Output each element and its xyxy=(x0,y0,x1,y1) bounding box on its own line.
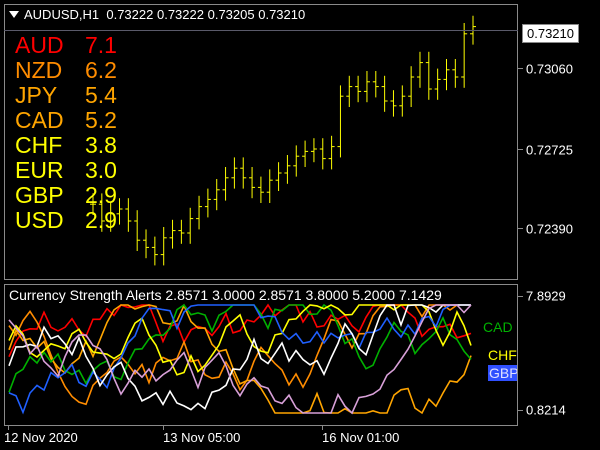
chart-symbol: AUDUSD,H1 xyxy=(24,7,100,22)
strength-row: EUR 3.0 xyxy=(15,158,117,183)
strength-value: 2.9 xyxy=(85,207,117,233)
strength-value: 7.1 xyxy=(85,32,117,58)
price-tick xyxy=(518,149,523,150)
chf-line-label: CHF xyxy=(488,347,517,363)
strength-lines-chart xyxy=(8,303,472,415)
strength-value: 5.4 xyxy=(85,82,117,108)
strength-currency: USD xyxy=(15,207,64,233)
price-tick xyxy=(518,68,523,69)
strength-currency: NZD xyxy=(15,57,63,83)
indicator-title: Currency Strength Alerts 2.8571 3.0000 2… xyxy=(9,287,442,303)
chart-high: 0.73222 xyxy=(156,7,204,22)
cad-line-label: CAD xyxy=(483,319,513,335)
indicator-axis[interactable]: 7.8929 0.8214 xyxy=(518,284,600,426)
strength-currency: AUD xyxy=(15,32,64,58)
strength-value: 5.2 xyxy=(85,107,117,133)
chart-open: 0.73222 xyxy=(106,7,154,22)
strength-row: USD 2.9 xyxy=(15,208,117,233)
price-label-2: 0.72725 xyxy=(526,142,573,158)
strength-row: CHF 3.8 xyxy=(15,133,117,158)
price-axis[interactable]: 0.73210 0.73060 0.72725 0.72390 xyxy=(4,4,600,280)
indicator-tick xyxy=(518,296,523,297)
gbp-line-label: GBP xyxy=(488,365,518,381)
current-price-line xyxy=(4,30,518,31)
indicator-axis-max: 7.8929 xyxy=(526,288,566,304)
price-tick xyxy=(518,228,523,229)
price-label-3: 0.72390 xyxy=(526,221,573,237)
strength-row: JPY 5.4 xyxy=(15,83,117,108)
strength-currency: GBP xyxy=(15,182,64,208)
current-price-tag: 0.73210 xyxy=(522,24,579,43)
currency-strength-list: AUD 7.1 NZD 6.2 JPY 5.4 CAD 5.2 CHF 3.8 EUR 3.0 GBP 2… xyxy=(15,33,117,233)
price-label-1: 0.73060 xyxy=(526,61,573,77)
time-label-2: 13 Nov 05:00 xyxy=(163,430,241,445)
strength-row: NZD 6.2 xyxy=(15,58,117,83)
chart-header: AUDUSD,H1 0.73222 0.73222 0.73205 0.7321… xyxy=(9,7,305,22)
strength-row: GBP 2.9 xyxy=(15,183,117,208)
strength-value: 3.8 xyxy=(85,132,117,158)
strength-value: 2.9 xyxy=(85,182,117,208)
strength-currency: JPY xyxy=(15,82,58,108)
strength-currency: CAD xyxy=(15,107,64,133)
indicator-axis-min: 0.8214 xyxy=(526,402,566,418)
indicator-panel[interactable]: Currency Strength Alerts 2.8571 3.0000 2… xyxy=(4,284,518,426)
time-label-1: 12 Nov 2020 xyxy=(4,430,78,445)
chart-close: 0.73210 xyxy=(258,7,306,22)
time-label-3: 16 Nov 01:00 xyxy=(322,430,400,445)
strength-value: 3.0 xyxy=(85,157,117,183)
strength-line xyxy=(8,303,472,358)
strength-row: AUD 7.1 xyxy=(15,33,117,58)
indicator-tick xyxy=(518,410,523,411)
dropdown-triangle-icon[interactable] xyxy=(9,11,19,18)
strength-currency: EUR xyxy=(15,157,64,183)
strength-currency: CHF xyxy=(15,132,63,158)
chart-low: 0.73205 xyxy=(207,7,255,22)
strength-value: 6.2 xyxy=(85,57,117,83)
price-chart-panel[interactable]: AUDUSD,H1 0.73222 0.73222 0.73205 0.7321… xyxy=(4,4,518,280)
strength-row: CAD 5.2 xyxy=(15,108,117,133)
